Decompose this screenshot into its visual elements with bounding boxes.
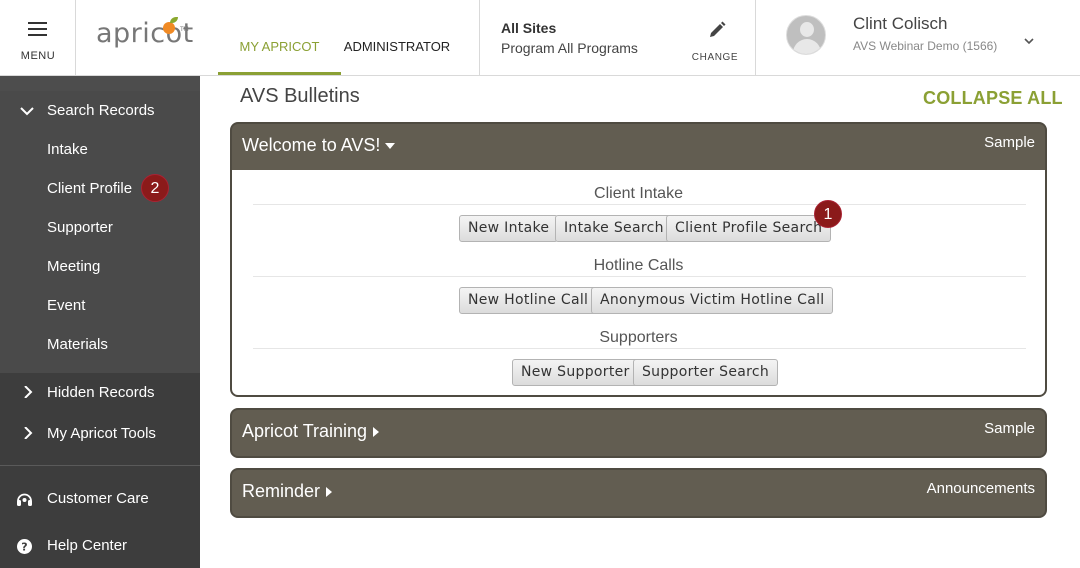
user-name: Clint Colisch: [853, 14, 948, 33]
bulletin-body: Client Intake New Intake Intake Search C…: [232, 170, 1045, 395]
sidebar-item-label: Help Center: [47, 537, 128, 554]
tab-administrator[interactable]: ADMINISTRATOR: [341, 0, 453, 75]
step-badge-2: 2: [141, 174, 169, 202]
question-icon: ?: [17, 539, 32, 554]
sidebar-item-meeting[interactable]: Meeting: [0, 249, 200, 285]
change-button[interactable]: CHANGE: [685, 18, 745, 68]
sites-title: All Sites: [501, 20, 557, 36]
sidebar-item-search-records[interactable]: Search Records: [0, 93, 200, 129]
sidebar-item-label: Supporter: [47, 219, 113, 236]
bulletin-title-text: Reminder: [242, 481, 321, 501]
sidebar-item-label: Search Records: [47, 102, 155, 119]
sidebar-item-customer-care[interactable]: Customer Care: [0, 481, 200, 517]
program-label: Program All Programs: [501, 40, 638, 56]
section-title-supporters: Supporters: [599, 329, 678, 346]
supporter-search-button[interactable]: Supporter Search: [633, 359, 779, 386]
bulletin-tag: Sample: [984, 420, 1035, 437]
top-header: MENU apricot TM MY APRICOT ADMINISTRATOR…: [0, 0, 1080, 76]
svg-text:?: ?: [21, 541, 27, 554]
chevron-down-icon: [20, 107, 34, 116]
anonymous-victim-hotline-call-button[interactable]: Anonymous Victim Hotline Call: [591, 287, 834, 314]
bulletin-title[interactable]: Welcome to AVS!: [242, 135, 396, 156]
sidebar-item-label: Meeting: [47, 258, 101, 275]
intake-search-button[interactable]: Intake Search: [555, 215, 673, 242]
pencil-icon: [710, 21, 726, 37]
sidebar-item-materials[interactable]: Materials: [0, 327, 200, 363]
bulletin-welcome: Welcome to AVS! Sample Client Intake New…: [230, 122, 1047, 397]
site-program-selector: All Sites Program All Programs CHANGE: [479, 0, 756, 75]
bulletin-title-text: Welcome to AVS!: [242, 135, 381, 155]
sidebar-top-strip: [0, 76, 200, 91]
sidebar-divider: [0, 465, 200, 466]
chevron-right-icon: [24, 386, 33, 398]
logo-apricot-dot: [163, 22, 175, 34]
sidebar-item-hidden-records[interactable]: Hidden Records: [0, 375, 200, 411]
bulletin-tag: Sample: [984, 134, 1035, 151]
menu-button[interactable]: MENU: [0, 0, 76, 75]
logo-trademark: TM: [180, 27, 189, 33]
sidebar-item-label: Hidden Records: [47, 384, 155, 401]
sidebar-item-my-apricot-tools[interactable]: My Apricot Tools: [0, 416, 200, 452]
caret-down-icon: [385, 143, 396, 150]
bulletin-title[interactable]: Apricot Training: [242, 421, 380, 442]
sidebar-item-event[interactable]: Event: [0, 288, 200, 324]
client-profile-search-button[interactable]: Client Profile Search: [666, 215, 832, 242]
new-supporter-button[interactable]: New Supporter: [512, 359, 639, 386]
change-label: CHANGE: [691, 52, 739, 63]
sidebar-item-supporter[interactable]: Supporter: [0, 210, 200, 246]
collapse-all-link[interactable]: COLLAPSE ALL: [923, 88, 1063, 109]
page-title: AVS Bulletins: [240, 85, 360, 107]
sidebar-item-label: Intake: [47, 141, 88, 158]
step-badge-1: 1: [814, 200, 842, 228]
sidebar-item-help-center[interactable]: ? Help Center: [0, 528, 200, 564]
bulletin-title[interactable]: Reminder: [242, 481, 333, 502]
tab-my-apricot[interactable]: MY APRICOT: [218, 0, 341, 75]
avatar: [786, 15, 826, 55]
section-divider: [253, 348, 1026, 349]
user-menu[interactable]: Clint Colisch AVS Webinar Demo (1566): [756, 0, 1080, 75]
sidebar-item-client-profile[interactable]: Client Profile: [0, 171, 200, 207]
section-divider: [253, 276, 1026, 277]
menu-label: MENU: [20, 50, 56, 62]
section-title-hotline-calls: Hotline Calls: [593, 257, 684, 274]
bulletin-apricot-training: Apricot Training Sample: [230, 408, 1047, 458]
sidebar: Search Records Intake Client Profile 2 S…: [0, 76, 200, 568]
sidebar-item-label: Materials: [47, 336, 108, 353]
new-hotline-call-button[interactable]: New Hotline Call: [459, 287, 598, 314]
bulletin-reminder: Reminder Announcements: [230, 468, 1047, 518]
bulletin-tag: Announcements: [926, 480, 1035, 497]
section-divider: [253, 204, 1026, 205]
caret-right-icon: [373, 427, 380, 438]
section-title-client-intake: Client Intake: [594, 185, 683, 202]
hamburger-icon: [28, 22, 47, 36]
sidebar-item-label: Customer Care: [47, 490, 149, 507]
sidebar-item-label: Client Profile: [47, 180, 133, 197]
new-intake-button[interactable]: New Intake: [459, 215, 559, 242]
caret-right-icon: [326, 487, 333, 498]
sidebar-item-label: My Apricot Tools: [47, 425, 156, 442]
chevron-down-icon[interactable]: [1024, 36, 1034, 46]
sidebar-item-label: Event: [47, 297, 86, 314]
user-organization: AVS Webinar Demo (1566): [853, 39, 998, 53]
bulletin-title-text: Apricot Training: [242, 421, 368, 441]
sidebar-item-intake[interactable]: Intake: [0, 132, 200, 168]
headset-icon: [17, 493, 32, 506]
apricot-logo[interactable]: apricot: [96, 18, 194, 49]
chevron-right-icon: [24, 427, 33, 439]
